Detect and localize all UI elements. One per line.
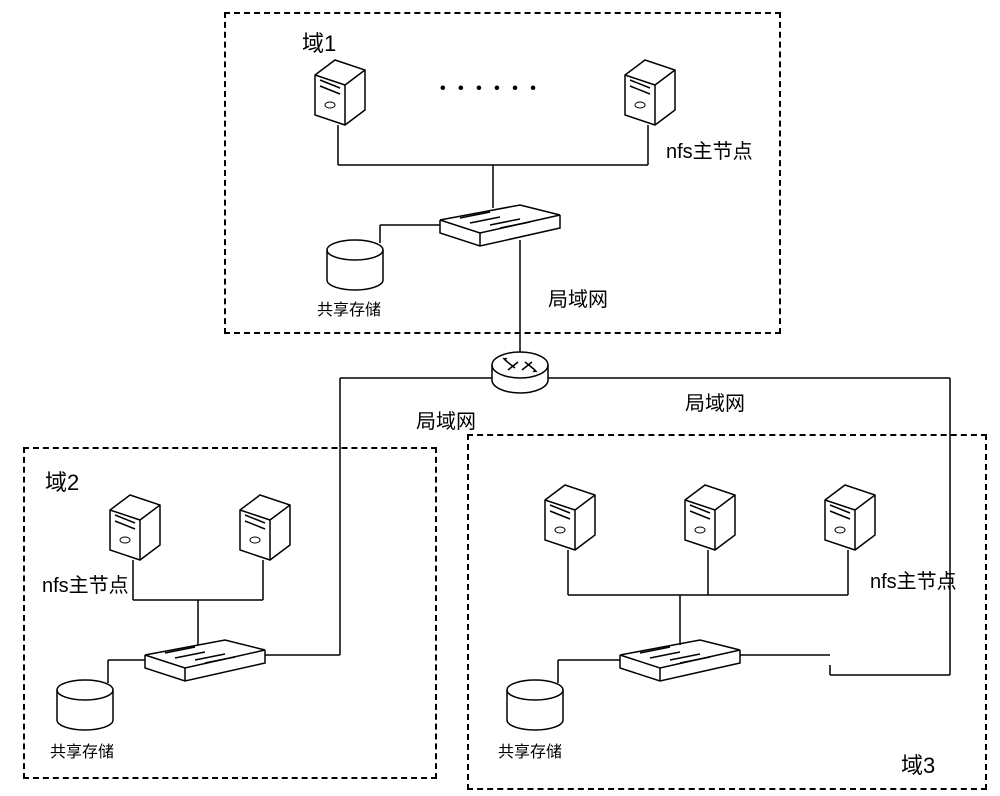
server-icon [625, 60, 675, 125]
server-icon [110, 495, 160, 560]
switch-icon [620, 640, 740, 681]
diagram-svg [0, 0, 1000, 796]
nfs-master-label-d2: nfs主节点 [42, 569, 129, 598]
nfs-master-label-d3: nfs主节点 [870, 565, 957, 594]
server-icon [685, 485, 735, 550]
ellipsis-dots: • • • • • • [440, 80, 540, 98]
storage-icon [57, 680, 113, 730]
lan-label-right: 局域网 [685, 387, 745, 416]
shared-storage-label-d2: 共享存储 [50, 738, 114, 762]
shared-storage-label-d3: 共享存储 [498, 738, 562, 762]
server-icon [545, 485, 595, 550]
switch-icon [145, 640, 265, 681]
switch-icon [440, 205, 560, 246]
nfs-master-label-d1: nfs主节点 [666, 135, 753, 164]
lan-label-d1: 局域网 [548, 283, 608, 312]
shared-storage-label-d1: 共享存储 [317, 296, 381, 320]
lan-label-left: 局域网 [416, 405, 476, 434]
storage-icon [327, 240, 383, 290]
server-icon [825, 485, 875, 550]
server-icon [240, 495, 290, 560]
server-icon [315, 60, 365, 125]
router-icon [492, 352, 548, 393]
storage-icon [507, 680, 563, 730]
